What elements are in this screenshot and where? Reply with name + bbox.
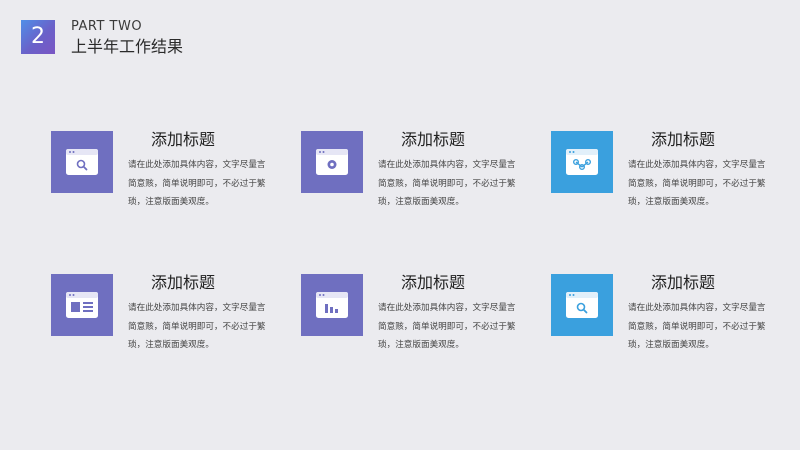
part-label: PART TWO [71,19,143,34]
feature-card-1: 添加标题 请在此处添加具体内容，文字尽量言简意赅，简单说明即可，不必过于繁琐，注… [51,131,281,221]
card-description: 请在此处添加具体内容，文字尽量言简意赅，简单说明即可，不必过于繁琐，注意版面美观… [128,303,266,350]
feature-card-3: 添加标题 请在此处添加具体内容，文字尽量言简意赅，简单说明即可，不必过于繁琐，注… [551,131,781,221]
card-title: 添加标题 [151,273,216,292]
feature-card-4: 添加标题 请在此处添加具体内容，文字尽量言简意赅，简单说明即可，不必过于繁琐，注… [51,274,281,364]
card-title: 添加标题 [651,130,716,149]
card-title: 添加标题 [401,130,466,149]
browser-settings-icon [316,149,348,175]
card-icon-box [51,131,113,193]
browser-search-icon [566,292,598,318]
card-icon-box [51,274,113,336]
card-description: 请在此处添加具体内容，文字尽量言简意赅，简单说明即可，不必过于繁琐，注意版面美观… [628,303,766,350]
section-title: 上半年工作结果 [71,37,184,56]
browser-search-icon [66,149,98,175]
card-description: 请在此处添加具体内容，文字尽量言简意赅，简单说明即可，不必过于繁琐，注意版面美观… [378,303,516,350]
card-title: 添加标题 [401,273,466,292]
card-description: 请在此处添加具体内容，文字尽量言简意赅，简单说明即可，不必过于繁琐，注意版面美观… [628,160,766,207]
slide-header: 2 PART TWO 上半年工作结果 [0,0,800,60]
card-icon-box [301,131,363,193]
card-icon-box [551,274,613,336]
card-icon-box [301,274,363,336]
section-number-badge: 2 [21,20,55,54]
feature-card-5: 添加标题 请在此处添加具体内容，文字尽量言简意赅，简单说明即可，不必过于繁琐，注… [301,274,531,364]
card-icon-box [551,131,613,193]
browser-layout-icon [66,292,98,318]
card-description: 请在此处添加具体内容，文字尽量言简意赅，简单说明即可，不必过于繁琐，注意版面美观… [378,160,516,207]
browser-network-icon [566,149,598,175]
feature-card-2: 添加标题 请在此处添加具体内容，文字尽量言简意赅，简单说明即可，不必过于繁琐，注… [301,131,531,221]
browser-chart-icon [316,292,348,318]
card-title: 添加标题 [151,130,216,149]
card-description: 请在此处添加具体内容，文字尽量言简意赅，简单说明即可，不必过于繁琐，注意版面美观… [128,160,266,207]
feature-card-6: 添加标题 请在此处添加具体内容，文字尽量言简意赅，简单说明即可，不必过于繁琐，注… [551,274,781,364]
card-title: 添加标题 [651,273,716,292]
